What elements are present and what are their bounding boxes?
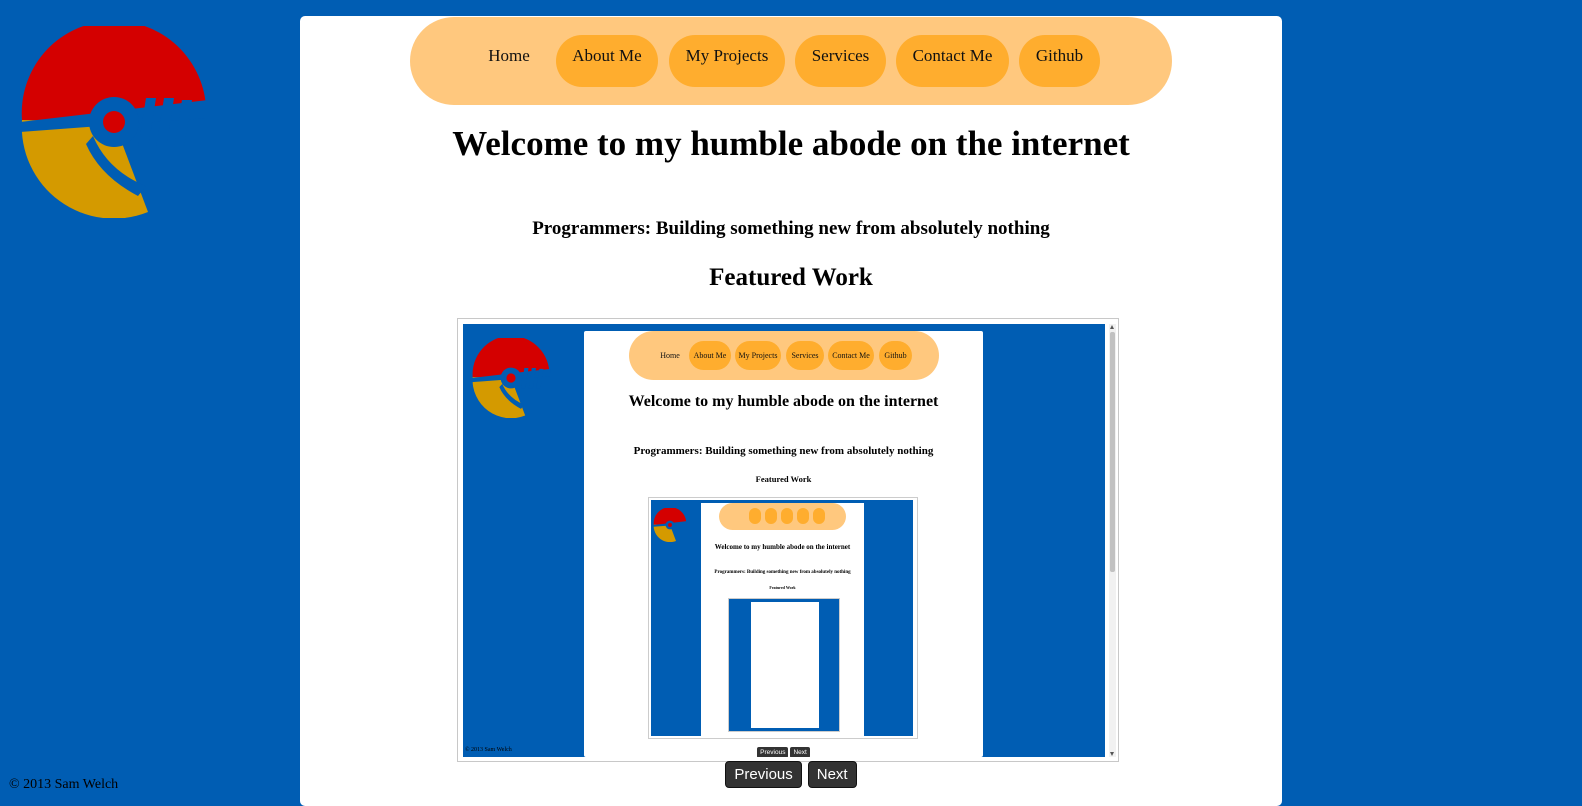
nav-services[interactable]: Services [795,35,886,87]
next-button[interactable]: Next [807,761,857,788]
nested-nav-item [797,508,809,524]
preview-buttons: Previous Next [584,741,983,757]
nested-nav-item [765,508,777,524]
scrollbar-thumb[interactable] [1110,332,1115,572]
nav-my-projects[interactable]: My Projects [669,35,785,87]
nav-github-label: Github [1035,46,1084,65]
featured-work-heading: Featured Work [709,264,873,291]
preview-scrollbar[interactable] [1109,324,1116,757]
nested-nav-item [781,508,793,524]
footer-copyright: © 2013 Sam Welch [9,777,119,792]
preview-nav-my-projects: My Projects [735,341,781,370]
nested-tagline: Programmers: Building something new from… [714,570,851,575]
preview-nested-content: Welcome to my humble abode on the intern… [651,500,913,736]
preview-nested-frame: Welcome to my humble abode on the intern… [648,497,918,739]
nested-featured-heading: Featured Work [769,585,796,590]
nav-about-me[interactable]: About Me [556,35,658,87]
nested-nav [719,503,846,530]
nav-github[interactable]: Github [1019,35,1100,87]
nav-contact-me-label: Contact Me [912,46,993,65]
page-tagline: Programmers: Building something new from… [532,218,1050,239]
preview-nav-github: Github [879,341,912,370]
nav-home[interactable]: Home [468,35,550,87]
featured-work-frame[interactable]: Home About Me My Projects Services Conta… [457,318,1119,762]
preview-page: Home About Me My Projects Services Conta… [584,331,983,757]
preview-nav-home: Home [660,351,680,360]
preview-nav-services: Services [786,341,824,370]
main-content: Home About Me My Projects Services Conta… [300,16,1282,806]
nested-page: Welcome to my humble abode on the intern… [701,503,864,736]
nav-home-label: Home [488,46,530,65]
nested-frame [728,598,840,732]
nested-title: Welcome to my humble abode on the intern… [714,543,851,551]
nav-my-projects-label: My Projects [685,46,769,65]
preview-title: Welcome to my humble abode on the intern… [628,393,939,410]
nested-nav-item [749,508,761,524]
site-logo[interactable] [18,26,210,218]
preview-tagline: Programmers: Building something new from… [633,445,934,457]
nav-services-label: Services [811,46,870,65]
nav-contact-me[interactable]: Contact Me [896,35,1009,87]
nested-buttons [701,729,864,736]
nav-about-me-label: About Me [572,46,642,65]
nested-nav-item [813,508,825,524]
preview-logo [471,338,551,418]
slideshow-controls: Previous Next [300,761,1282,788]
preview-nav-contact-me: Contact Me [828,341,874,370]
scroll-up-arrow-icon[interactable] [1110,325,1114,329]
nested-logo [653,508,687,542]
preview-featured-heading: Featured Work [755,474,812,484]
preview-copyright: © 2013 Sam Welch [465,747,512,753]
main-nav: Home About Me My Projects Services Conta… [410,17,1172,105]
nested-frame-content [751,602,819,728]
featured-work-preview: Home About Me My Projects Services Conta… [463,324,1105,757]
page-title: Welcome to my humble abode on the intern… [452,124,1130,163]
preview-nav: Home About Me My Projects Services Conta… [629,331,939,380]
scroll-down-arrow-icon[interactable] [1110,752,1114,756]
preview-next-button: Next [790,747,810,757]
preview-nav-about-me: About Me [689,341,731,370]
preview-previous-button: Previous [757,747,789,757]
previous-button[interactable]: Previous [725,761,802,788]
